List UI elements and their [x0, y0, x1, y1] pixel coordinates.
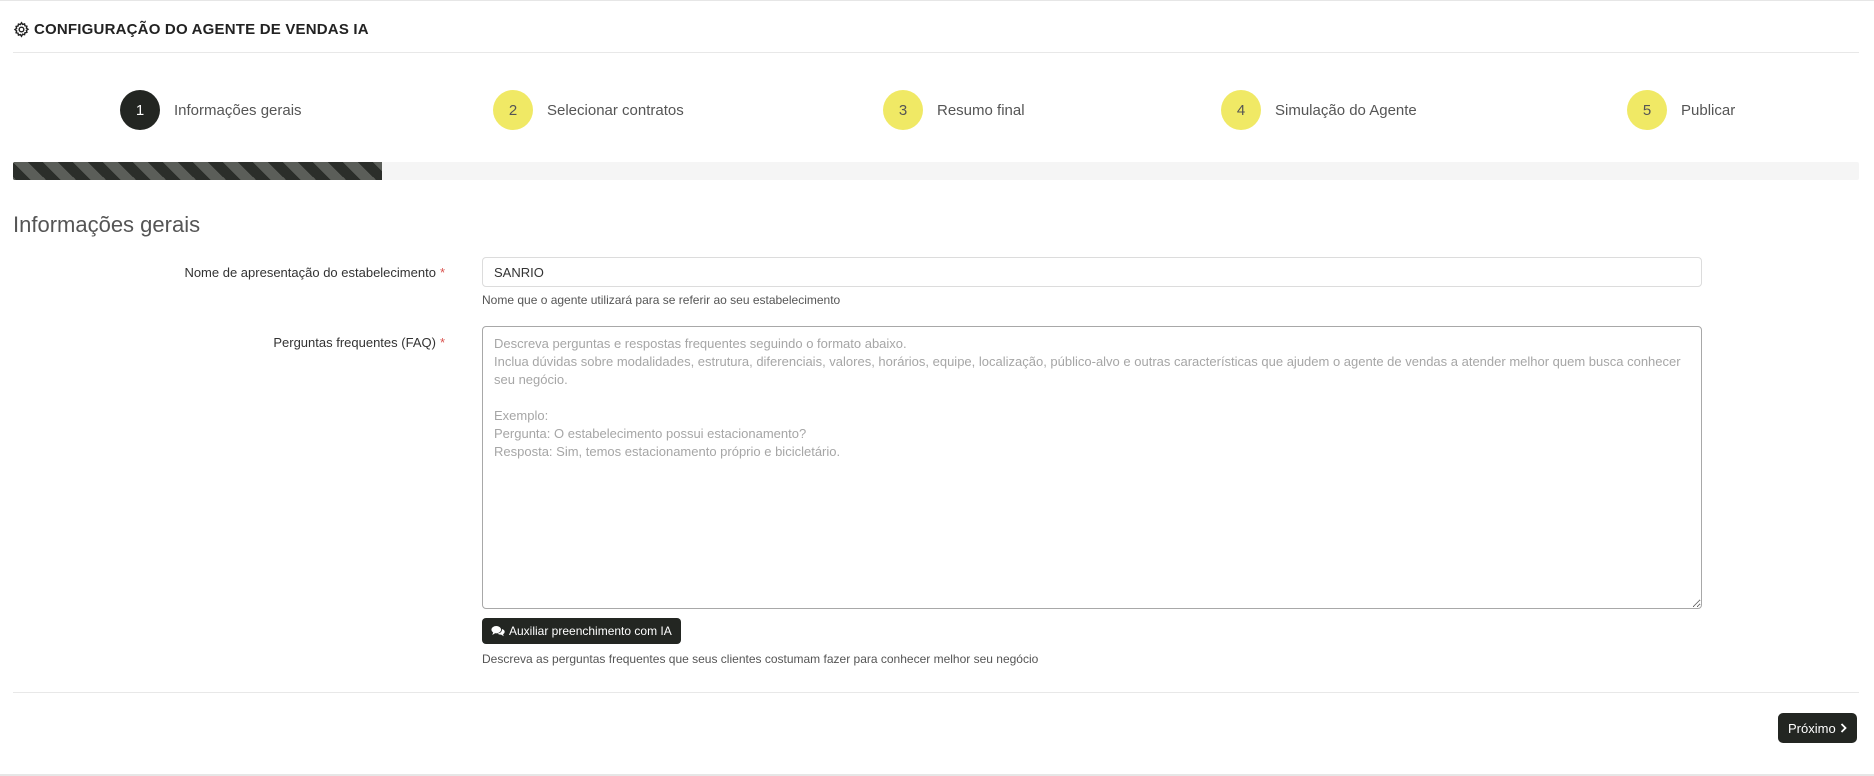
chat-icon: [491, 626, 505, 637]
name-field-label: Nome de apresentação do estabelecimento *: [184, 265, 445, 280]
step-number: 5: [1627, 90, 1667, 130]
top-border: [0, 0, 1874, 1]
ai-assist-label: Auxiliar preenchimento com IA: [509, 624, 672, 638]
chevron-right-icon: [1840, 723, 1847, 733]
faq-field-label-text: Perguntas frequentes (FAQ): [273, 335, 436, 350]
step-number: 2: [493, 90, 533, 130]
step-label: Informações gerais: [174, 101, 302, 119]
faq-field-help: Descreva as perguntas frequentes que seu…: [482, 652, 1039, 666]
faq-field-label: Perguntas frequentes (FAQ) *: [273, 335, 445, 350]
step-3[interactable]: 3 Resumo final: [883, 89, 1025, 131]
step-number: 3: [883, 90, 923, 130]
required-mark: *: [439, 335, 445, 350]
wizard-steps: 1 Informações gerais 2 Selecionar contra…: [0, 89, 1874, 131]
step-label: Resumo final: [937, 101, 1025, 119]
footer-divider: [13, 692, 1859, 693]
gear-icon: [13, 20, 30, 38]
progress-fill: [13, 162, 383, 180]
header-divider: [13, 52, 1859, 53]
establishment-name-input[interactable]: [482, 257, 1702, 287]
page-title: CONFIGURAÇÃO DO AGENTE DE VENDAS IA: [34, 20, 369, 38]
step-2[interactable]: 2 Selecionar contratos: [493, 89, 684, 131]
step-label: Simulação do Agente: [1275, 101, 1417, 119]
page-header: CONFIGURAÇÃO DO AGENTE DE VENDAS IA: [13, 18, 369, 40]
step-number: 4: [1221, 90, 1261, 130]
next-button[interactable]: Próximo: [1778, 713, 1857, 743]
step-5[interactable]: 5 Publicar: [1627, 89, 1735, 131]
name-field-label-text: Nome de apresentação do estabelecimento: [184, 265, 436, 280]
step-number: 1: [120, 90, 160, 130]
faq-textarea[interactable]: [482, 326, 1702, 609]
step-label: Publicar: [1681, 101, 1736, 119]
next-label: Próximo: [1788, 720, 1836, 736]
step-4[interactable]: 4 Simulação do Agente: [1221, 89, 1417, 131]
name-field-help: Nome que o agente utilizará para se refe…: [482, 293, 841, 307]
progress-bar: [13, 162, 1859, 180]
ai-assist-button[interactable]: Auxiliar preenchimento com IA: [482, 618, 681, 644]
step-1[interactable]: 1 Informações gerais: [120, 89, 302, 131]
required-mark: *: [439, 265, 445, 280]
step-label: Selecionar contratos: [547, 101, 684, 119]
section-title: Informações gerais: [13, 212, 201, 237]
